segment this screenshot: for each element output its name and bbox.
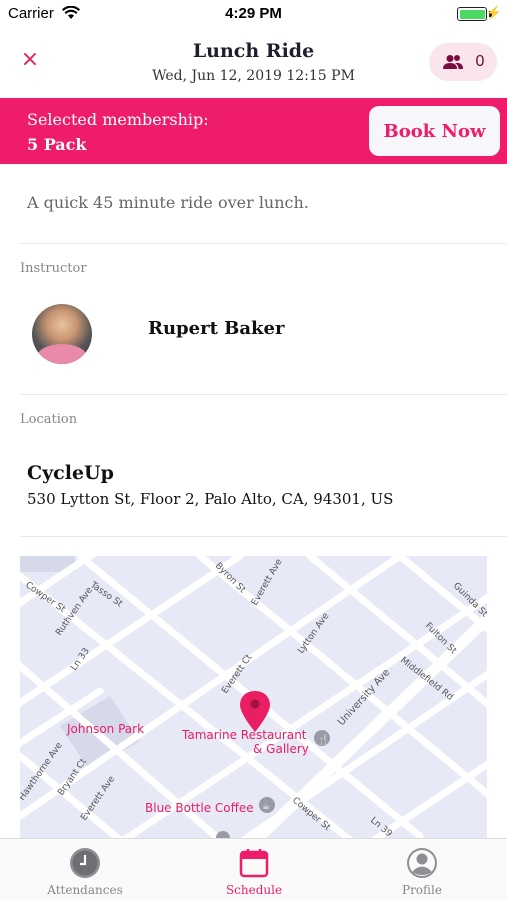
attendees-button[interactable]: 0: [429, 43, 497, 81]
status-bar: Carrier 4:29 PM ⚡: [0, 0, 507, 28]
class-description: A quick 45 minute ride over lunch.: [27, 193, 309, 212]
class-header: × Lunch Ride Wed, Jun 12, 2019 12:15 PM …: [0, 30, 507, 96]
svg-text:Johnson Park: Johnson Park: [66, 722, 144, 736]
svg-text:& Gallery: & Gallery: [253, 742, 309, 756]
clock-icon: [70, 848, 100, 878]
tab-label: Profile: [402, 883, 442, 897]
divider: [20, 394, 507, 395]
tab-bar: Attendances Schedule Profile: [0, 838, 507, 900]
instructor-avatar[interactable]: [32, 304, 92, 364]
tab-schedule[interactable]: Schedule: [184, 847, 324, 897]
instructor-name[interactable]: Rupert Baker: [148, 318, 284, 339]
location-name: CycleUp: [27, 462, 114, 484]
attendee-count: 0: [475, 53, 485, 70]
profile-icon: [407, 848, 437, 878]
location-map[interactable]: Cowper St Tasso St Byron St Everett Ave …: [20, 556, 487, 840]
svg-text:Cowper St: Cowper St: [290, 796, 332, 834]
svg-text:☕: ☕: [262, 802, 270, 812]
svg-text:Everett Ave: Everett Ave: [79, 774, 117, 823]
divider: [20, 536, 507, 537]
svg-text:Tamarine Restaurant: Tamarine Restaurant: [181, 728, 307, 742]
divider: [20, 243, 507, 244]
tab-attendances[interactable]: Attendances: [15, 847, 155, 897]
calendar-icon: [239, 849, 269, 878]
membership-banner: Selected membership: 5 Pack Book Now: [0, 98, 507, 164]
membership-label: Selected membership:: [27, 110, 209, 129]
tab-profile[interactable]: Profile: [352, 847, 492, 897]
status-time: 4:29 PM: [225, 5, 282, 22]
membership-value: 5 Pack: [27, 135, 87, 154]
people-icon: [442, 55, 463, 69]
book-now-button[interactable]: Book Now: [369, 106, 500, 156]
svg-text:Bryant Ct: Bryant Ct: [56, 757, 89, 798]
charging-icon: ⚡: [485, 5, 502, 20]
svg-text:Blue Bottle Coffee: Blue Bottle Coffee: [145, 801, 254, 815]
location-address: 530 Lytton St, Floor 2, Palo Alto, CA, 9…: [27, 490, 394, 508]
battery-icon: [457, 7, 487, 21]
svg-text:🍴: 🍴: [317, 733, 329, 746]
tab-label: Attendances: [47, 883, 123, 897]
tab-label: Schedule: [225, 883, 283, 897]
svg-text:Everett Ave: Everett Ave: [250, 557, 285, 607]
location-section-label: Location: [20, 412, 78, 427]
instructor-section-label: Instructor: [20, 261, 87, 276]
